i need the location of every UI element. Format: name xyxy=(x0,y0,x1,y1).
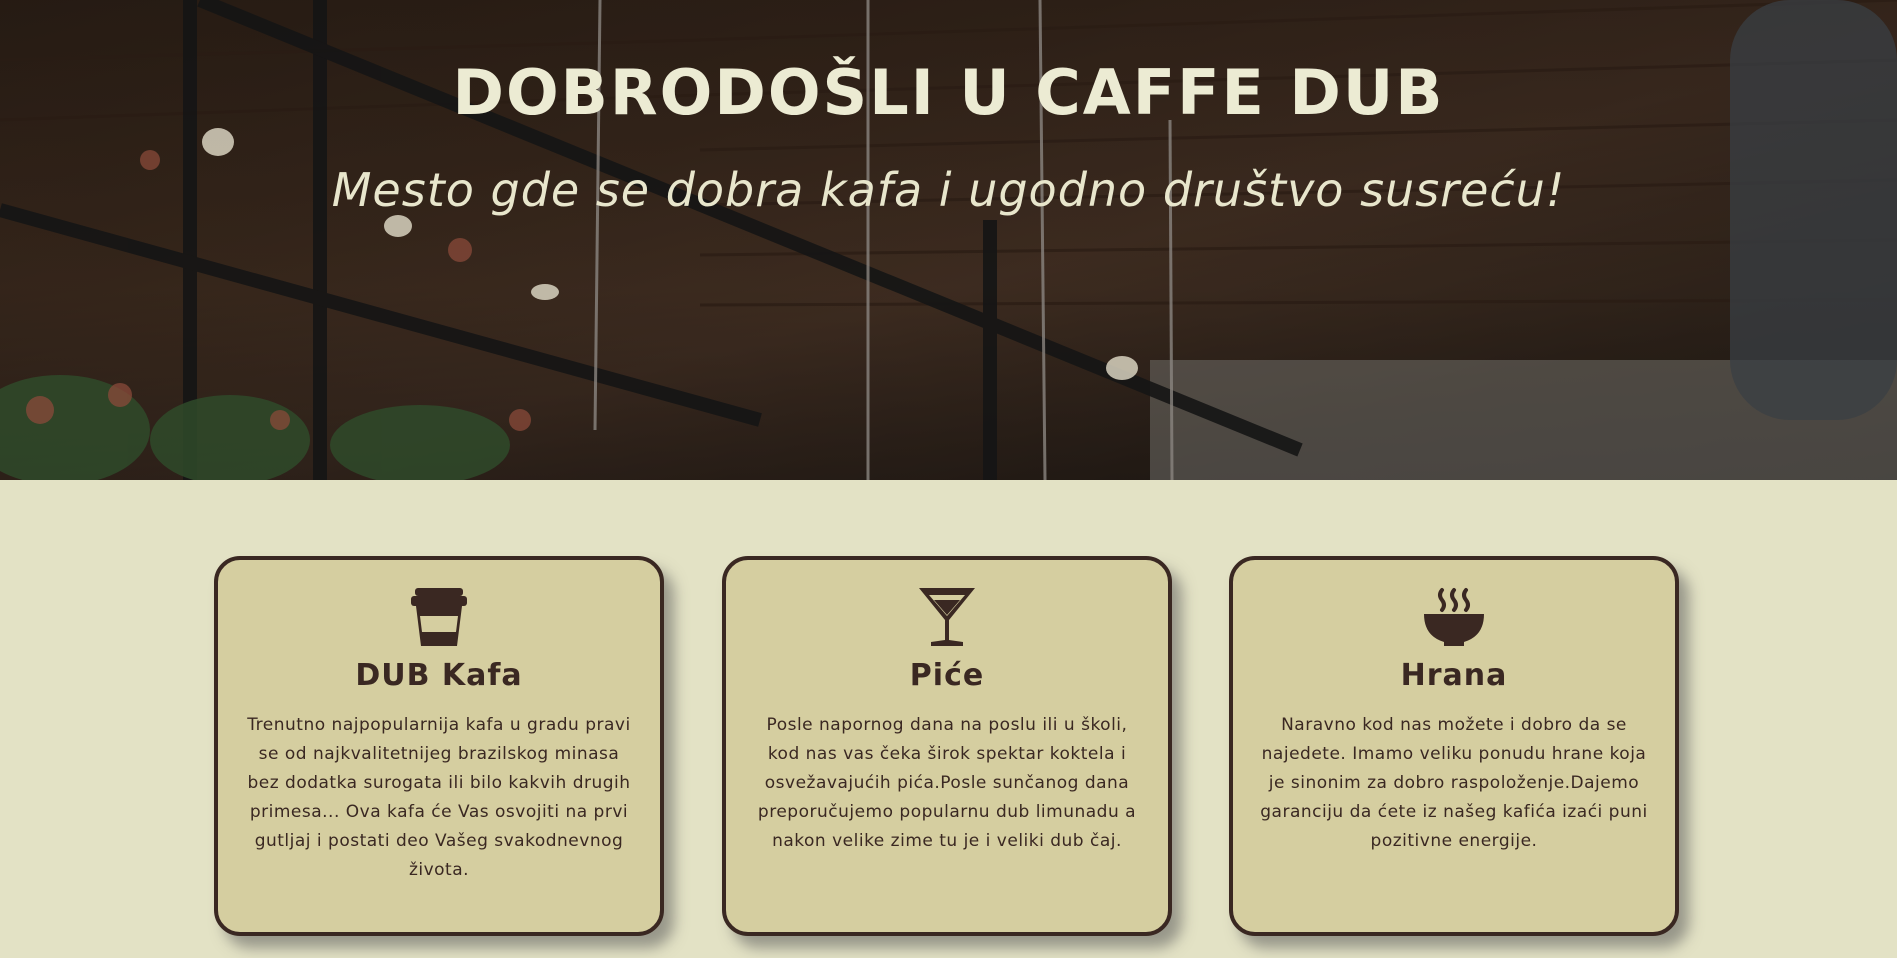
hero-subtitle: Mesto gde se dobra kafa i ugodno društvo… xyxy=(331,163,1566,217)
card-description: Trenutno najpopularnija kafa u gradu pra… xyxy=(247,715,631,880)
hero-title: DOBRODOŠLI U CAFFE DUB xyxy=(452,56,1445,129)
hero-banner: DOBRODOŠLI U CAFFE DUB Mesto gde se dobr… xyxy=(0,0,1897,480)
card-description: Posle napornog dana na poslu ili u školi… xyxy=(757,715,1137,851)
feature-card-food: Hrana Naravno kod nas možete i dobro da … xyxy=(1229,556,1679,936)
card-description: Naravno kod nas možete i dobro da se naj… xyxy=(1260,715,1648,851)
hot-bowl-icon xyxy=(1424,588,1484,646)
feature-card-drinks: Piće Posle napornog dana na poslu ili u … xyxy=(722,556,1172,936)
card-title: Piće xyxy=(909,658,985,693)
features-section: DUB Kafa Trenutno najpopularnija kafa u … xyxy=(0,556,1897,946)
card-title: DUB Kafa xyxy=(355,658,523,693)
feature-card-coffee: DUB Kafa Trenutno najpopularnija kafa u … xyxy=(214,556,664,936)
card-title: Hrana xyxy=(1400,658,1508,693)
cocktail-glass-icon xyxy=(919,588,975,646)
coffee-cup-icon xyxy=(411,588,467,646)
